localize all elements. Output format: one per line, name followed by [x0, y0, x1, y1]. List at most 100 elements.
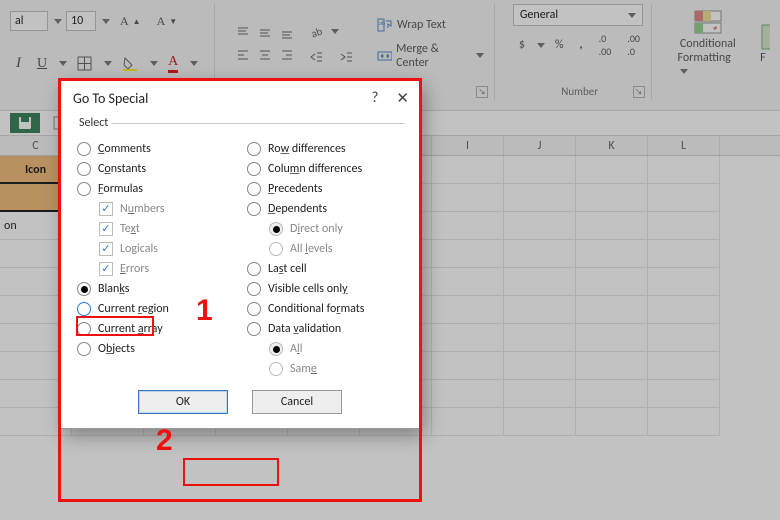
cell[interactable] [648, 212, 720, 240]
chevron-down-icon[interactable] [537, 43, 545, 48]
font-size-box[interactable]: 10 [66, 11, 96, 31]
merge-center-label: Merge & Center [396, 42, 470, 70]
fill-color-button[interactable] [116, 52, 144, 75]
chevron-down-icon[interactable] [104, 61, 112, 66]
ribbon-group-styles: ≠ Conditional Formatting F [666, 4, 775, 100]
accounting-format-button[interactable]: $ [513, 34, 531, 56]
cell[interactable] [432, 184, 504, 212]
option-comments[interactable]: Comments [75, 142, 235, 156]
chevron-down-icon[interactable] [59, 61, 67, 66]
cell[interactable] [648, 156, 720, 184]
chevron-down-icon [628, 13, 636, 18]
orientation-button[interactable]: ab [303, 20, 359, 44]
align-bottom-icon[interactable] [277, 23, 297, 43]
decrease-font-icon[interactable]: A▼ [151, 10, 184, 33]
option-all-levels: All levels [245, 242, 405, 256]
option-numbers: Numbers [75, 202, 235, 216]
option-conditional-formats[interactable]: Conditional formats [245, 302, 405, 316]
align-right-icon[interactable] [277, 45, 297, 65]
increase-font-icon[interactable]: A▲ [114, 10, 147, 33]
align-center-icon[interactable] [255, 45, 275, 65]
number-format-value: General [520, 5, 558, 25]
option-direct-only: Direct only [245, 222, 405, 236]
font-name-box[interactable]: al [10, 11, 48, 31]
dialog-launcher-icon[interactable]: ↘ [633, 86, 645, 98]
svg-text:≠: ≠ [713, 23, 718, 34]
cell[interactable] [576, 212, 648, 240]
help-icon[interactable]: ? [371, 89, 378, 108]
cell[interactable] [504, 184, 576, 212]
cond-fmt-label-1: Conditional [680, 37, 736, 51]
option-column-differences[interactable]: Column differences [245, 162, 405, 176]
option-objects[interactable]: Objects [75, 342, 235, 356]
option-formulas[interactable]: Formulas [75, 182, 235, 196]
align-top-icon[interactable] [233, 23, 253, 43]
option-text: Text [75, 222, 235, 236]
chevron-down-icon [680, 69, 688, 74]
wrap-text-button[interactable]: ab Wrap Text [371, 14, 490, 36]
cell[interactable] [576, 156, 648, 184]
dialog-titlebar: Go To Special ? ✕ [61, 81, 419, 114]
cell[interactable] [432, 156, 504, 184]
chevron-down-icon[interactable] [102, 19, 110, 24]
col-header[interactable]: L [648, 136, 720, 155]
group-label-number: Number↘ [513, 83, 647, 100]
increase-decimal-icon[interactable]: .0.00 [593, 28, 618, 62]
cancel-button[interactable]: Cancel [252, 390, 342, 414]
dialog-launcher-icon[interactable]: ↘ [476, 86, 488, 98]
chevron-down-icon[interactable] [190, 61, 198, 66]
cell[interactable] [432, 212, 504, 240]
cell[interactable] [648, 184, 720, 212]
increase-indent-icon[interactable] [333, 46, 359, 68]
option-current-array[interactable]: Current array [75, 322, 235, 336]
percent-format-button[interactable]: % [549, 34, 570, 56]
option-row-differences[interactable]: Row differences [245, 142, 405, 156]
option-precedents[interactable]: Precedents [245, 182, 405, 196]
col-header[interactable]: K [576, 136, 648, 155]
option-dependents[interactable]: Dependents [245, 202, 405, 216]
chevron-down-icon[interactable] [150, 61, 158, 66]
number-format-select[interactable]: General [513, 4, 643, 26]
option-data-validation[interactable]: Data validation [245, 322, 405, 336]
option-visible-cells-only[interactable]: Visible cells only [245, 282, 405, 296]
option-constants[interactable]: Constants [75, 162, 235, 176]
conditional-formatting-button[interactable]: ≠ Conditional Formatting [670, 5, 747, 83]
cell[interactable] [504, 156, 576, 184]
cell[interactable] [576, 184, 648, 212]
select-group-label: Select [75, 116, 112, 130]
decrease-decimal-icon[interactable]: .00.0 [621, 28, 646, 62]
align-middle-icon[interactable] [255, 23, 275, 43]
col-header[interactable]: J [504, 136, 576, 155]
options-right-column: Row differences Column differences Prece… [245, 142, 405, 376]
option-logicals: Logicals [75, 242, 235, 256]
svg-text:ab: ab [309, 24, 324, 39]
goto-special-dialog: Go To Special ? ✕ Select Comments Consta… [60, 80, 420, 429]
conditional-formatting-icon: ≠ [693, 9, 723, 37]
options-left-column: Comments Constants Formulas Numbers Text… [75, 142, 235, 376]
ribbon-group-number: General $ % , .0.00 .00.0 Number↘ [509, 4, 652, 100]
dialog-title: Go To Special [73, 90, 148, 107]
decrease-indent-icon[interactable] [303, 46, 329, 68]
option-current-region[interactable]: Current region [75, 302, 235, 316]
option-same: Same [245, 362, 405, 376]
chevron-down-icon [331, 29, 339, 34]
ok-button[interactable]: OK [138, 390, 228, 414]
font-color-button[interactable]: A [162, 50, 184, 77]
close-icon[interactable]: ✕ [396, 89, 409, 108]
option-blanks[interactable]: Blanks [75, 282, 235, 296]
alignment-grid [233, 23, 297, 65]
format-table-button-partial[interactable]: F [752, 19, 770, 69]
align-left-icon[interactable] [233, 45, 253, 65]
option-last-cell[interactable]: Last cell [245, 262, 405, 276]
cond-fmt-label-2: Formatting [678, 51, 739, 79]
comma-format-button[interactable]: , [574, 34, 589, 56]
chevron-down-icon[interactable] [54, 19, 62, 24]
col-header[interactable]: I [432, 136, 504, 155]
cell[interactable] [504, 212, 576, 240]
italic-button[interactable]: I [10, 51, 27, 76]
merge-center-button[interactable]: Merge & Center [371, 38, 490, 74]
wrap-text-label: Wrap Text [397, 18, 446, 32]
save-icon[interactable] [10, 113, 40, 133]
borders-button[interactable] [71, 52, 98, 75]
underline-button[interactable]: U [31, 52, 53, 76]
